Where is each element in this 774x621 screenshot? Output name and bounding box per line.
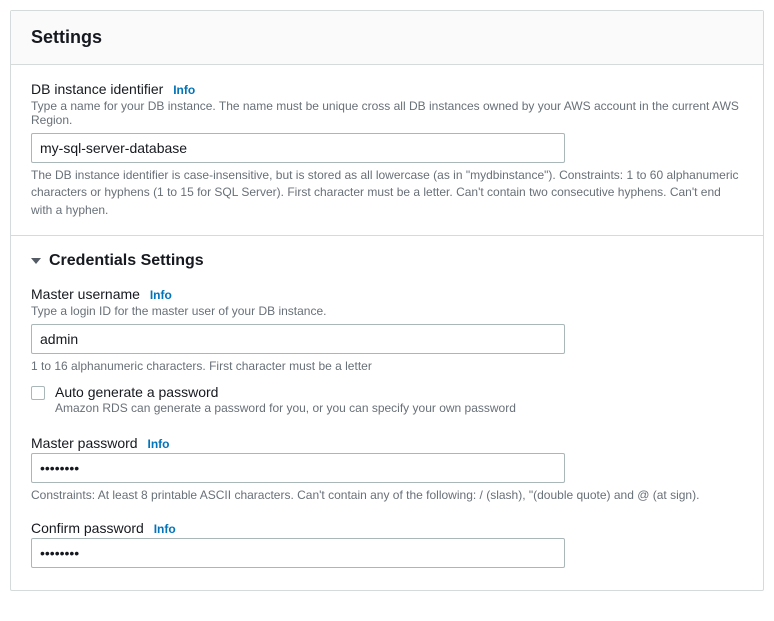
master-username-group: Master username Info Type a login ID for… bbox=[31, 286, 743, 414]
master-password-group: Master password Info Constraints: At lea… bbox=[31, 435, 743, 504]
panel-body: DB instance identifier Info Type a name … bbox=[11, 65, 763, 590]
panel-header: Settings bbox=[11, 11, 763, 65]
credentials-toggle[interactable]: Credentials Settings bbox=[31, 252, 743, 270]
confirm-password-label: Confirm password bbox=[31, 520, 144, 536]
db-identifier-info-link[interactable]: Info bbox=[173, 83, 195, 97]
master-username-label-row: Master username Info bbox=[31, 286, 743, 302]
auto-generate-description: Amazon RDS can generate a password for y… bbox=[55, 401, 743, 415]
master-username-input[interactable] bbox=[31, 324, 565, 354]
auto-generate-checkbox[interactable] bbox=[31, 386, 45, 400]
master-password-constraint: Constraints: At least 8 printable ASCII … bbox=[31, 487, 743, 504]
caret-down-icon bbox=[31, 258, 41, 264]
master-username-description: Type a login ID for the master user of y… bbox=[31, 304, 743, 318]
auto-generate-content: Auto generate a password Amazon RDS can … bbox=[55, 384, 743, 415]
auto-generate-label[interactable]: Auto generate a password bbox=[55, 384, 743, 400]
master-username-info-link[interactable]: Info bbox=[150, 288, 172, 302]
master-password-info-link[interactable]: Info bbox=[147, 437, 169, 451]
confirm-password-input[interactable] bbox=[31, 538, 565, 568]
db-identifier-group: DB instance identifier Info Type a name … bbox=[31, 81, 743, 219]
db-identifier-label: DB instance identifier bbox=[31, 81, 163, 97]
settings-panel: Settings DB instance identifier Info Typ… bbox=[10, 10, 764, 591]
confirm-password-info-link[interactable]: Info bbox=[154, 522, 176, 536]
db-identifier-constraint: The DB instance identifier is case-insen… bbox=[31, 167, 743, 219]
master-password-label: Master password bbox=[31, 435, 138, 451]
db-identifier-label-row: DB instance identifier Info bbox=[31, 81, 743, 97]
master-username-label: Master username bbox=[31, 286, 140, 302]
panel-title: Settings bbox=[31, 27, 743, 48]
credentials-section-title: Credentials Settings bbox=[49, 252, 204, 270]
master-password-input[interactable] bbox=[31, 453, 565, 483]
auto-generate-row: Auto generate a password Amazon RDS can … bbox=[31, 384, 743, 415]
confirm-password-label-row: Confirm password Info bbox=[31, 520, 743, 536]
db-identifier-input[interactable] bbox=[31, 133, 565, 163]
confirm-password-group: Confirm password Info bbox=[31, 520, 743, 568]
db-identifier-description: Type a name for your DB instance. The na… bbox=[31, 99, 743, 127]
master-password-label-row: Master password Info bbox=[31, 435, 743, 451]
master-username-constraint: 1 to 16 alphanumeric characters. First c… bbox=[31, 358, 743, 375]
section-divider bbox=[11, 235, 763, 236]
